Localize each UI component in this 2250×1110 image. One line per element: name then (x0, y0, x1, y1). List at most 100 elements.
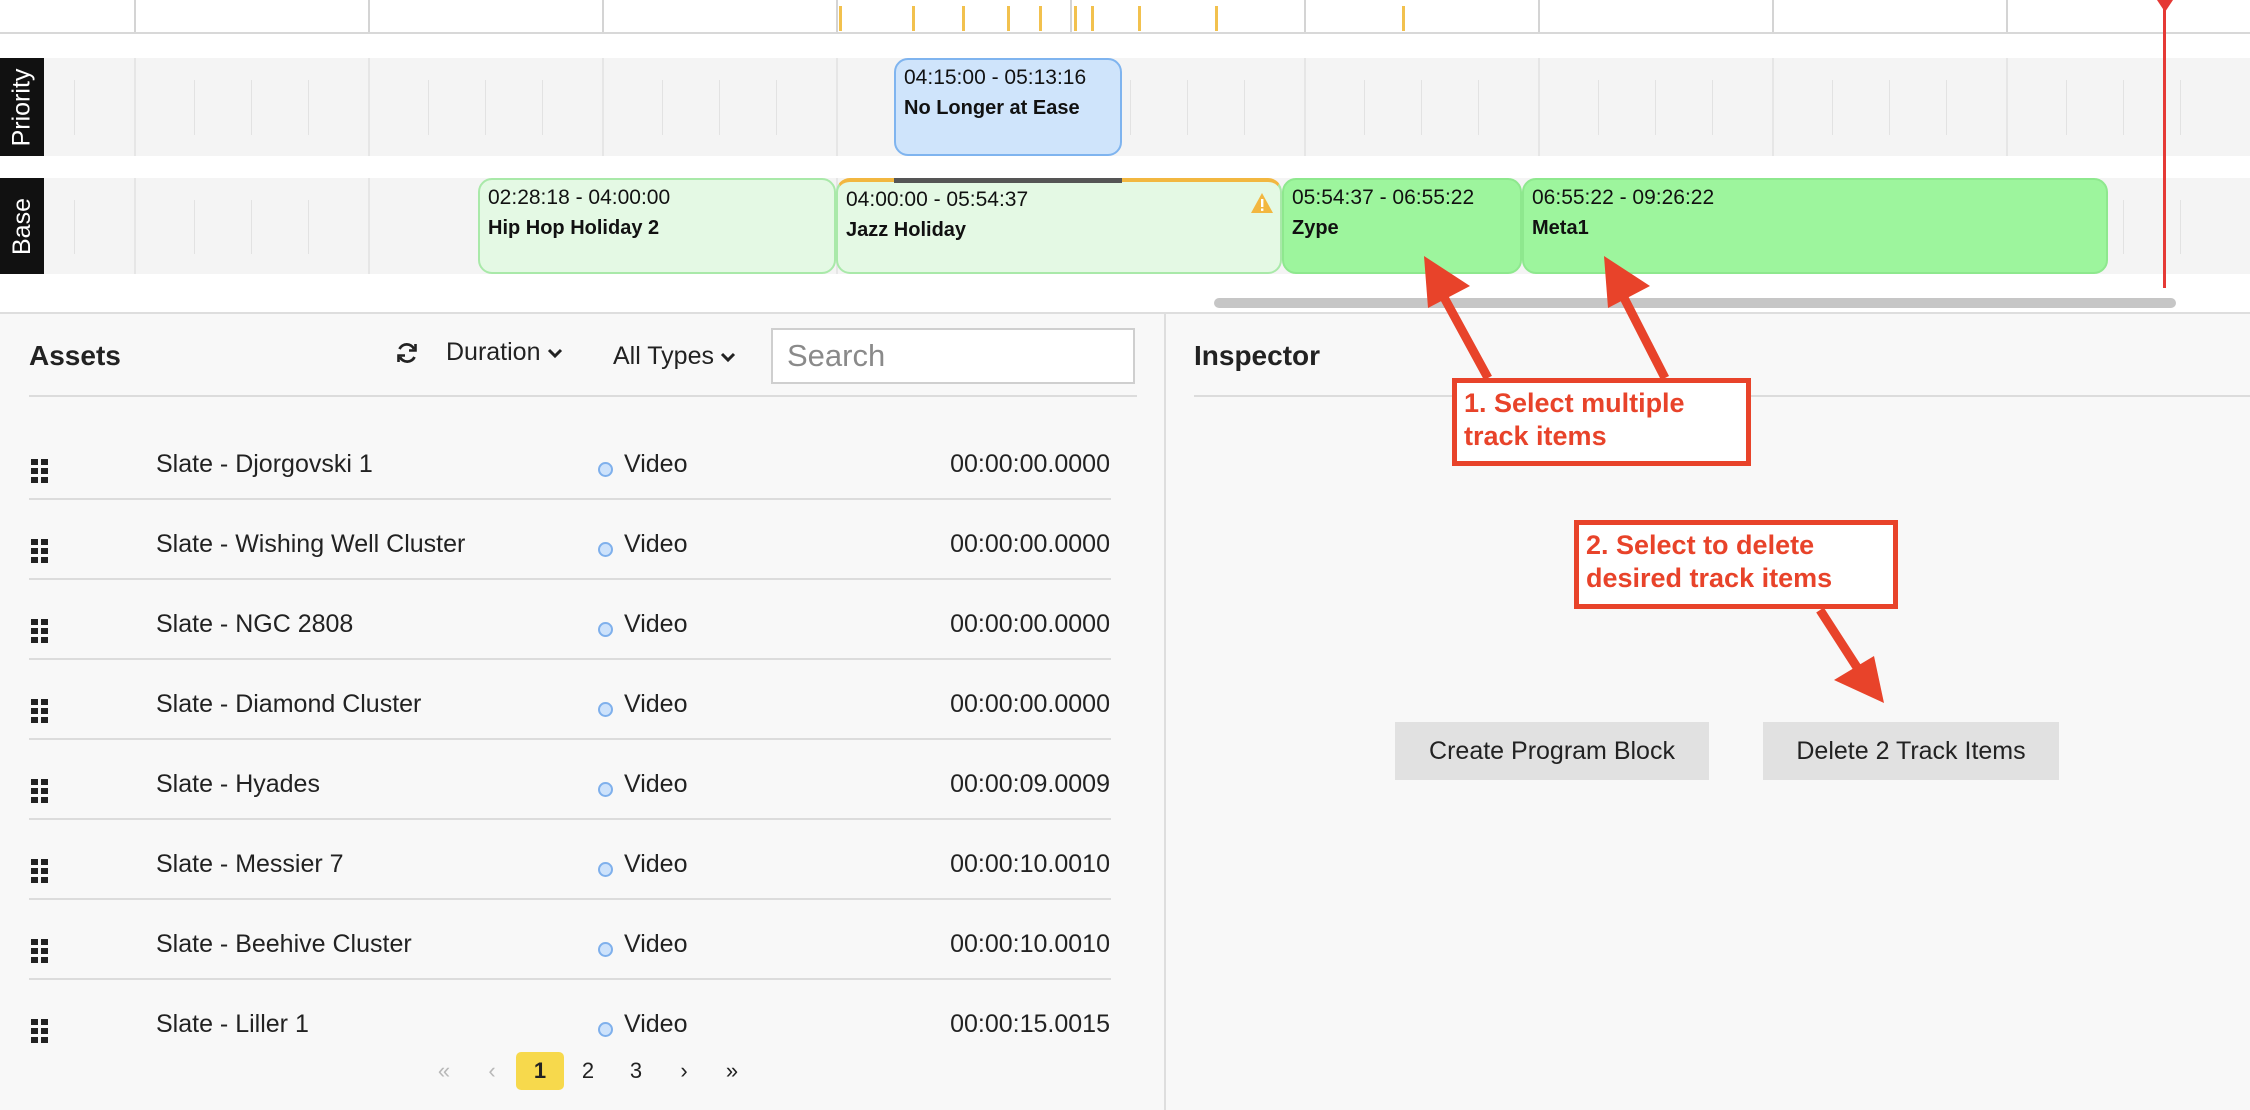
asset-duration: 00:00:09.0009 (950, 770, 1110, 798)
chevron-down-icon (720, 352, 736, 362)
grid-line (2123, 200, 2124, 254)
asset-duration: 00:00:15.0015 (950, 1010, 1110, 1038)
asset-row[interactable]: Slate - Beehive Cluster Video 00:00:10.0… (0, 900, 1164, 980)
annotation-text: 2. Select to delete (1586, 530, 1815, 560)
grid-line (134, 58, 136, 156)
assets-title: Assets (29, 340, 121, 371)
refresh-icon[interactable] (394, 340, 420, 366)
grid-line (2180, 200, 2181, 254)
annotation-step-1: 1. Select multiple track items (1452, 378, 1751, 466)
ruler-tick (1538, 0, 1540, 32)
asset-row[interactable]: Slate - Hyades Video 00:00:09.0009 (0, 740, 1164, 820)
search-input[interactable] (771, 328, 1135, 384)
next-page-button[interactable]: › (660, 1052, 708, 1090)
delete-track-items-button[interactable]: Delete 2 Track Items (1763, 722, 2059, 780)
video-type-icon (598, 1022, 613, 1037)
ruler-marker (1007, 6, 1010, 31)
grid-line (1655, 80, 1656, 135)
asset-type: Video (624, 610, 688, 638)
drag-handle-icon[interactable] (30, 698, 50, 724)
playhead[interactable] (2163, 0, 2166, 288)
ruler-tick (1772, 0, 1774, 32)
base-clip[interactable]: 02:28:18 - 04:00:00 Hip Hop Holiday 2 (478, 178, 836, 274)
drag-handle-icon[interactable] (30, 538, 50, 564)
clip-time: 04:15:00 - 05:13:16 (904, 66, 1087, 89)
base-label-text: Base (7, 197, 36, 255)
asset-duration: 00:00:00.0000 (950, 530, 1110, 558)
page-button[interactable]: 2 (564, 1052, 612, 1090)
asset-row[interactable]: Slate - NGC 2808 Video 00:00:00.0000 (0, 580, 1164, 660)
type-filter-label: All Types (613, 342, 714, 370)
grid-line (194, 200, 195, 254)
grid-line (194, 80, 195, 135)
playhead-handle[interactable] (2157, 0, 2173, 12)
asset-type: Video (624, 930, 688, 958)
asset-type: Video (624, 1010, 688, 1038)
base-clip-selected[interactable]: 06:55:22 - 09:26:22 Meta1 (1522, 178, 2108, 274)
grid-line (1889, 80, 1890, 135)
overlap-indicator (894, 178, 1122, 183)
grid-line (251, 80, 252, 135)
grid-line (2123, 80, 2124, 135)
prev-page-button[interactable]: ‹ (468, 1052, 516, 1090)
grid-line (602, 58, 604, 156)
ruler-tick (1070, 0, 1072, 32)
grid-line (251, 200, 252, 254)
grid-line (1712, 80, 1713, 135)
grid-line (2180, 80, 2181, 135)
pagination: « ‹ 1 2 3 › » (420, 1051, 756, 1091)
asset-row[interactable]: Slate - Messier 7 Video 00:00:10.0010 (0, 820, 1164, 900)
asset-duration: 00:00:00.0000 (950, 690, 1110, 718)
grid-line (1187, 80, 1188, 135)
asset-row[interactable]: Slate - Diamond Cluster Video 00:00:00.0… (0, 660, 1164, 740)
time-ruler[interactable] (0, 0, 2250, 34)
priority-label-text: Priority (7, 68, 36, 146)
grid-line (74, 80, 75, 135)
create-program-block-button[interactable]: Create Program Block (1395, 722, 1709, 780)
asset-type: Video (624, 530, 688, 558)
grid-line (1364, 80, 1365, 135)
timeline-scrollbar[interactable] (1214, 298, 2176, 308)
asset-row[interactable]: Slate - Wishing Well Cluster Video 00:00… (0, 500, 1164, 580)
last-page-button[interactable]: » (708, 1052, 756, 1090)
inspector-title: Inspector (1194, 340, 1321, 371)
asset-type: Video (624, 850, 688, 878)
type-filter-dropdown[interactable]: All Types (613, 342, 736, 371)
base-clip-selected[interactable]: 05:54:37 - 06:55:22 Zype (1282, 178, 1522, 274)
sort-dropdown-label: Duration (446, 338, 541, 366)
annotation-text: track items (1464, 421, 1607, 451)
video-type-icon (598, 702, 613, 717)
annotation-step-2: 2. Select to delete desired track items (1574, 520, 1898, 609)
ruler-tick (1304, 0, 1306, 32)
grid-line (368, 58, 370, 156)
first-page-button[interactable]: « (420, 1052, 468, 1090)
grid-line (308, 80, 309, 135)
chevron-down-icon (547, 348, 562, 358)
video-type-icon (598, 782, 613, 797)
sort-dropdown[interactable]: Duration (446, 338, 563, 367)
grid-line (1538, 58, 1540, 156)
page-button[interactable]: 3 (612, 1052, 660, 1090)
drag-handle-icon[interactable] (30, 778, 50, 804)
grid-line (2006, 58, 2008, 156)
drag-handle-icon[interactable] (30, 1018, 50, 1044)
clip-name: Zype (1292, 217, 1339, 239)
asset-type: Video (624, 690, 688, 718)
clip-name: Meta1 (1532, 217, 1589, 239)
asset-name: Slate - Djorgovski 1 (156, 450, 373, 478)
base-clip[interactable]: 04:00:00 - 05:54:37 Jazz Holiday (836, 178, 1282, 274)
timeline: Priority Base 04:15:00 - 05:13:16 No Lon… (0, 0, 2250, 312)
page-button[interactable]: 1 (516, 1052, 564, 1090)
clip-time: 05:54:37 - 06:55:22 (1292, 186, 1475, 209)
asset-row[interactable]: Slate - Liller 1 Video 00:00:15.0015 (0, 980, 1164, 1060)
grid-line (662, 80, 663, 135)
asset-row[interactable]: Slate - Djorgovski 1 Video 00:00:00.0000 (0, 420, 1164, 500)
drag-handle-icon[interactable] (30, 618, 50, 644)
clip-time: 02:28:18 - 04:00:00 (488, 186, 671, 209)
priority-clip[interactable]: 04:15:00 - 05:13:16 No Longer at Ease (894, 58, 1122, 156)
drag-handle-icon[interactable] (30, 458, 50, 484)
grid-line (1772, 58, 1774, 156)
drag-handle-icon[interactable] (30, 858, 50, 884)
drag-handle-icon[interactable] (30, 938, 50, 964)
asset-duration: 00:00:00.0000 (950, 450, 1110, 478)
